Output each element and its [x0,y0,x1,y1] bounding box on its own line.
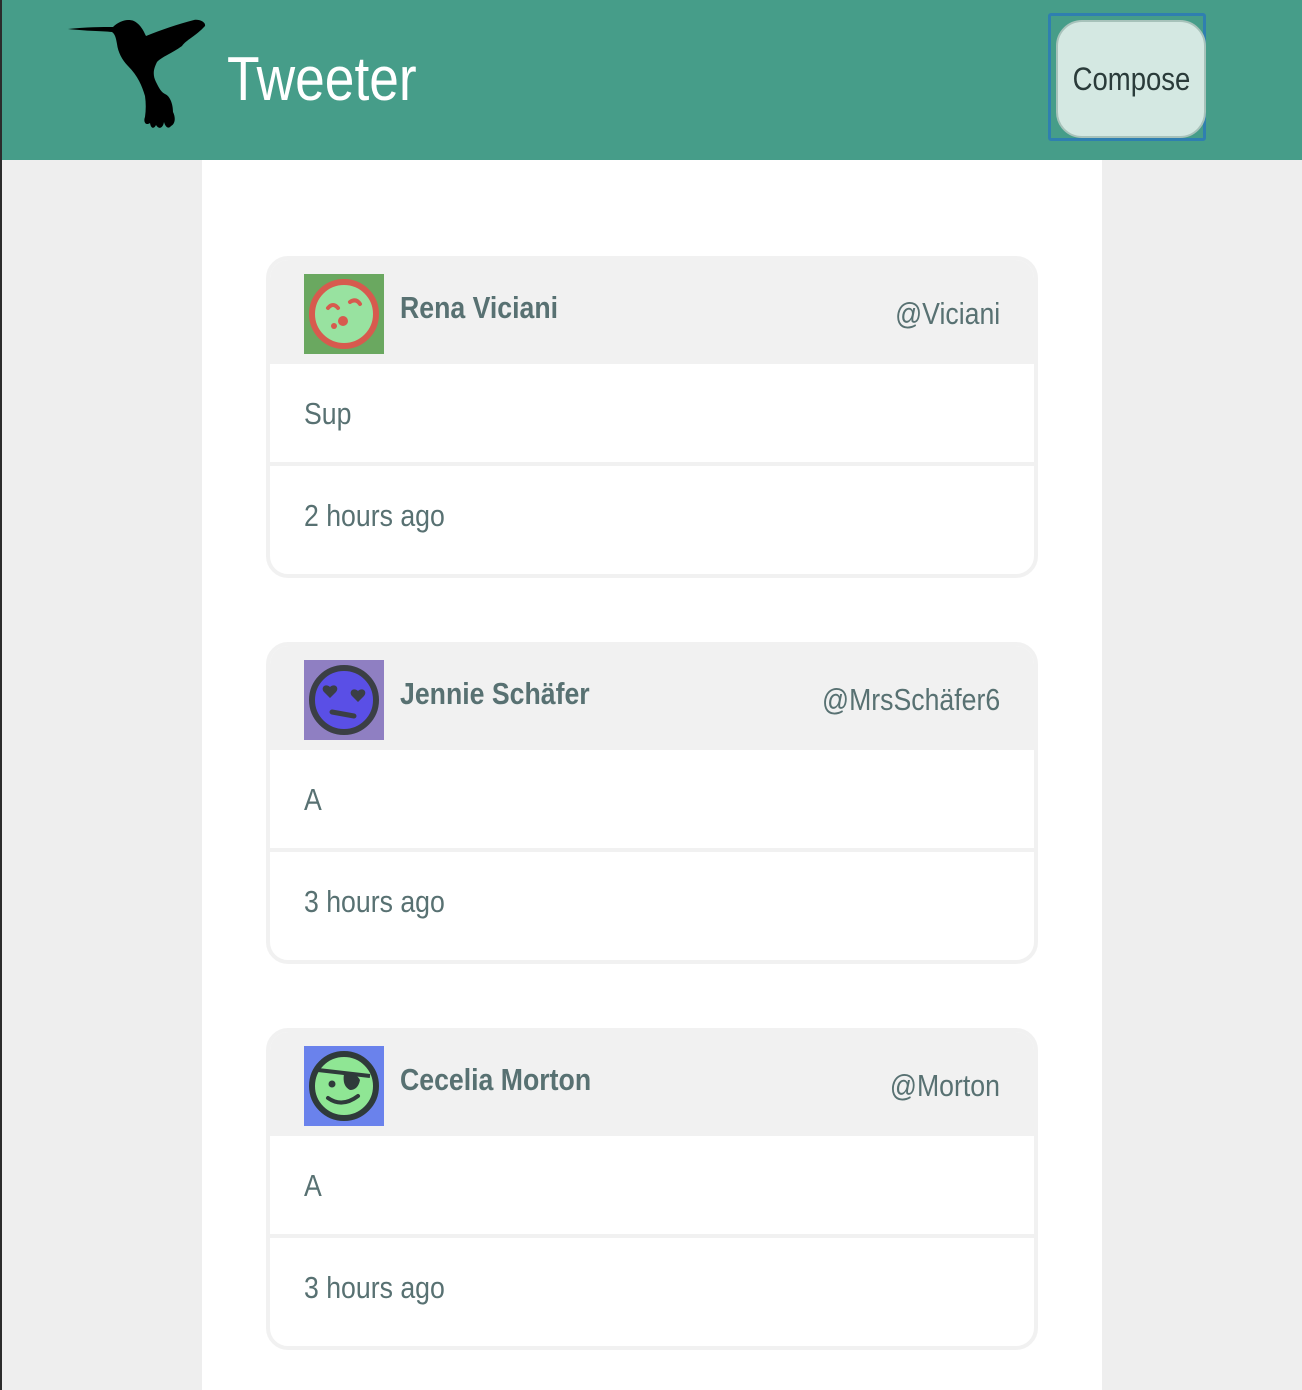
tweet-timestamp: 3 hours ago [304,884,445,919]
tweet-header: Rena Viciani @Viciani [270,260,1034,364]
tweet-card: Cecelia Morton @Morton A 3 hours ago [266,1028,1038,1350]
tweet-header: Cecelia Morton @Morton [270,1032,1034,1136]
tweet-header: Jennie Schäfer @MrsSchäfer6 [270,646,1034,750]
tweet-timestamp: 3 hours ago [304,1270,445,1305]
tweet-text: A [304,1168,322,1203]
hummingbird-icon [68,19,206,128]
kissing-face-avatar-icon [304,274,384,354]
heart-eyes-face-avatar-icon [304,660,384,740]
tweet-card: Jennie Schäfer @MrsSchäfer6 A 3 hours ag… [266,642,1038,964]
tweet-text: A [304,782,322,817]
tweet-text: Sup [304,396,352,431]
tweet-author-name: Jennie Schäfer [400,676,590,711]
app-title: Tweeter [227,45,417,114]
tweet-card: Rena Viciani @Viciani Sup 2 hours ago [266,256,1038,578]
tweet-footer: 2 hours ago [270,466,1034,574]
tweet-author-handle: @MrsSchäfer6 [821,682,1000,717]
tweet-body: A [270,750,1034,852]
compose-button-label: Compose [1072,60,1190,97]
tweet-author-handle: @Viciani [894,296,1000,331]
tweet-timestamp: 2 hours ago [304,498,445,533]
window-edge [0,0,2,1390]
tweet-author-name: Rena Viciani [400,290,559,325]
tweet-author-handle: @Morton [889,1068,1000,1103]
pirate-face-avatar-icon [304,1046,384,1126]
tweet-footer: 3 hours ago [270,1238,1034,1346]
compose-button[interactable]: Compose [1056,20,1206,138]
tweet-author-name: Cecelia Morton [400,1062,592,1097]
tweet-body: A [270,1136,1034,1238]
tweet-body: Sup [270,364,1034,466]
tweet-footer: 3 hours ago [270,852,1034,960]
